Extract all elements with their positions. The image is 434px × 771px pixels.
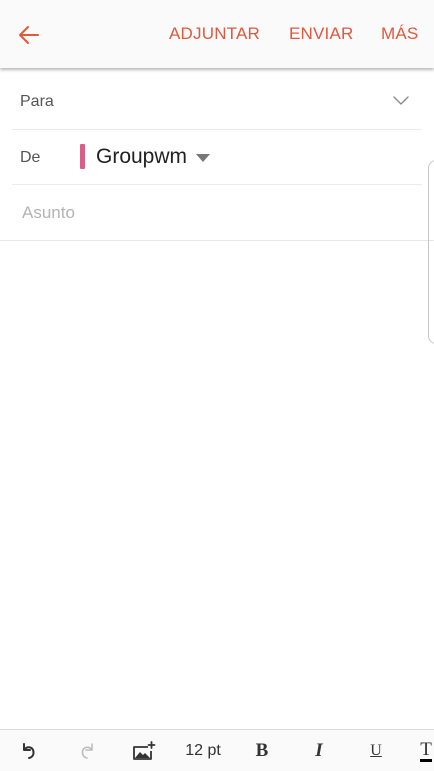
text-color-button[interactable]: T bbox=[418, 730, 434, 771]
account-color-marker bbox=[80, 144, 85, 169]
dropdown-triangle-icon bbox=[196, 154, 211, 162]
compose-screen: ADJUNTAR ENVIAR MÁS Para De Groupwm Asun… bbox=[0, 0, 434, 771]
account-selector[interactable]: Groupwm bbox=[96, 141, 211, 173]
action-bar: ADJUNTAR ENVIAR MÁS bbox=[0, 0, 434, 68]
formatting-toolbar: 12 pt B I U T bbox=[0, 729, 434, 771]
account-name: Groupwm bbox=[96, 145, 188, 168]
undo-icon bbox=[23, 743, 35, 759]
send-button[interactable]: ENVIAR bbox=[289, 24, 354, 44]
text-color-label: T bbox=[420, 738, 432, 762]
subject-row bbox=[0, 184, 434, 241]
insert-image-icon bbox=[133, 741, 156, 760]
undo-button[interactable] bbox=[14, 730, 44, 771]
italic-button[interactable]: I bbox=[305, 730, 333, 771]
redo-button[interactable] bbox=[72, 730, 102, 771]
more-button[interactable]: MÁS bbox=[381, 24, 418, 44]
redo-icon bbox=[81, 743, 93, 759]
chevron-down-icon[interactable] bbox=[392, 92, 410, 110]
bold-button[interactable]: B bbox=[248, 730, 276, 771]
to-field[interactable] bbox=[72, 84, 376, 120]
underline-button[interactable]: U bbox=[362, 730, 390, 771]
back-button[interactable] bbox=[12, 18, 46, 52]
recipient-row: Para bbox=[12, 74, 422, 130]
attach-button[interactable]: ADJUNTAR bbox=[169, 24, 260, 44]
from-label: De bbox=[20, 149, 41, 166]
sender-row: De Groupwm bbox=[12, 129, 422, 185]
font-size-button[interactable]: 12 pt bbox=[178, 730, 228, 771]
subject-field[interactable] bbox=[20, 196, 414, 230]
insert-image-button[interactable] bbox=[128, 730, 160, 771]
to-label: Para bbox=[20, 93, 54, 110]
message-body[interactable] bbox=[0, 241, 434, 733]
arrow-left-icon bbox=[19, 26, 39, 44]
